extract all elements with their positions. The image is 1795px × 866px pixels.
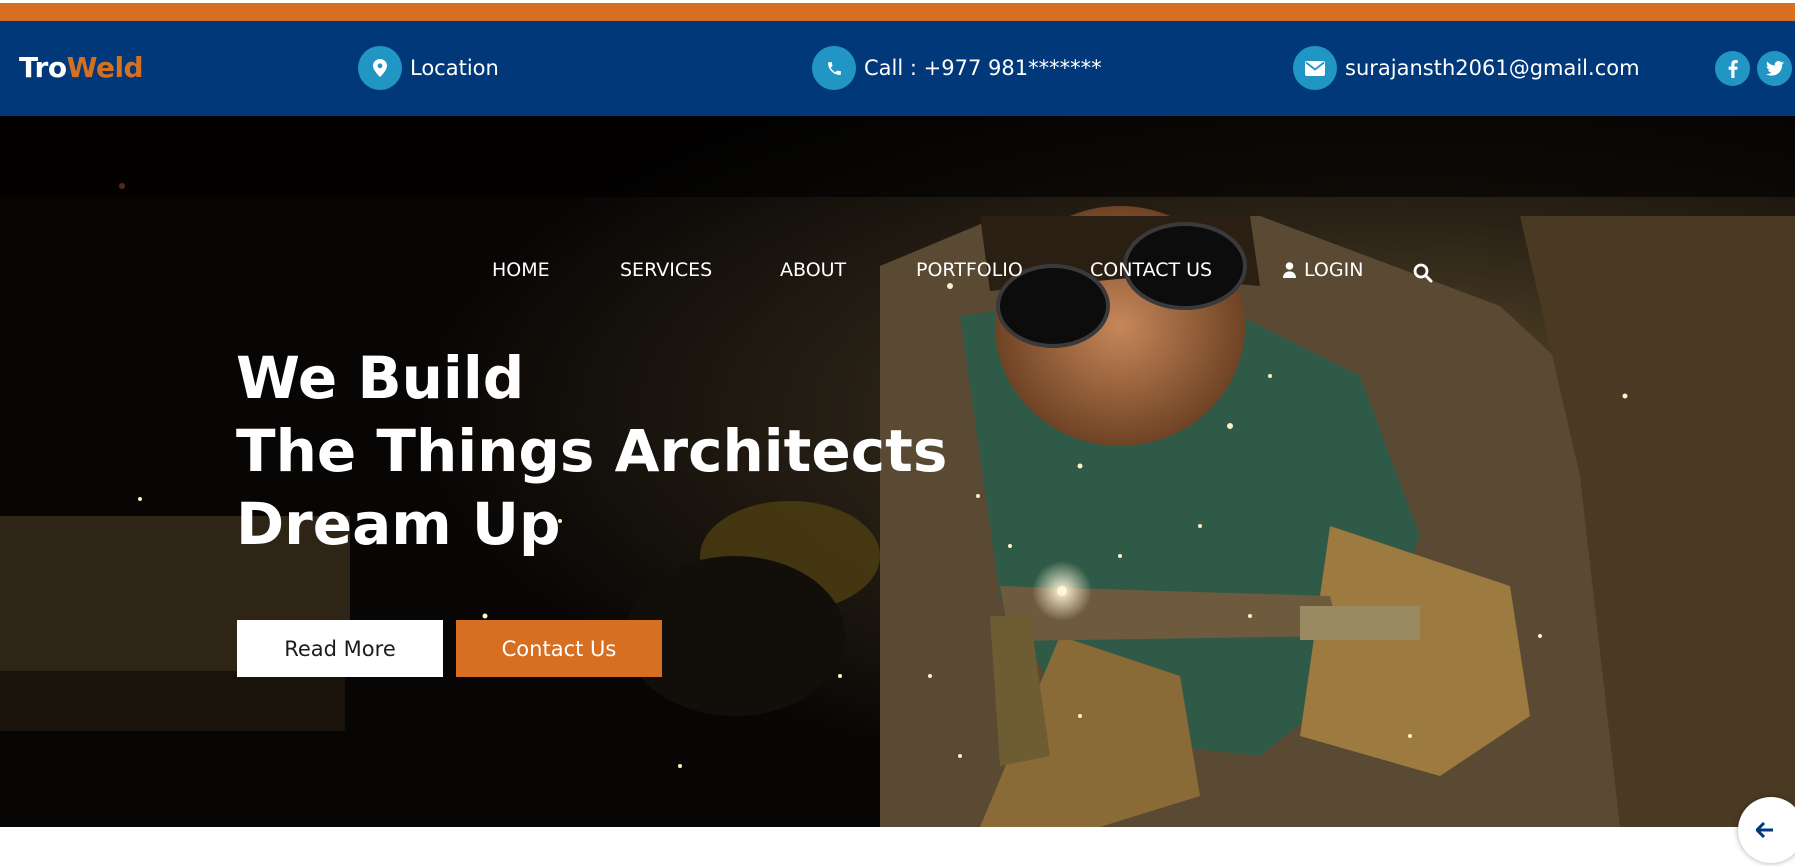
top-info-bar: TroWeld Location Call : +977 981******* … [0, 21, 1795, 116]
arrow-left-icon [1756, 822, 1774, 838]
nav-services[interactable]: SERVICES [620, 259, 712, 281]
facebook-icon[interactable] [1715, 51, 1750, 86]
nav-contact-us[interactable]: CONTACT US [1090, 259, 1212, 281]
main-navigation: HOME SERVICES ABOUT PORTFOLIO CONTACT US… [0, 116, 1795, 283]
nav-login[interactable]: LOGIN [1283, 259, 1363, 281]
contact-us-button[interactable]: Contact Us [456, 620, 662, 677]
user-icon [1283, 262, 1296, 278]
brand-logo[interactable]: TroWeld [19, 51, 144, 84]
phone-text: Call : +977 981******* [864, 56, 1102, 80]
twitter-icon[interactable] [1757, 51, 1792, 86]
phone-info[interactable]: Call : +977 981******* [812, 46, 1102, 90]
search-icon[interactable] [1413, 263, 1433, 283]
email-text: surajansth2061@gmail.com [1345, 56, 1640, 80]
brand-logo-part1: Tro [19, 51, 67, 84]
nav-home[interactable]: HOME [492, 259, 550, 281]
top-accent-stripe [0, 0, 1795, 21]
map-marker-icon [358, 46, 402, 90]
nav-about[interactable]: ABOUT [780, 259, 846, 281]
nav-login-label: LOGIN [1304, 259, 1364, 281]
back-button[interactable] [1738, 797, 1795, 863]
hero-headline: We Build The Things Architects Dream Up [236, 342, 947, 561]
hero-headline-line3: Dream Up [236, 490, 561, 558]
location-text: Location [410, 56, 499, 80]
brand-logo-part2: Weld [66, 51, 144, 84]
email-info[interactable]: surajansth2061@gmail.com [1293, 46, 1640, 90]
hero-headline-line1: We Build [236, 344, 525, 412]
phone-icon [812, 46, 856, 90]
page: TroWeld Location Call : +977 981******* … [0, 0, 1795, 866]
read-more-button[interactable]: Read More [237, 620, 443, 677]
nav-portfolio[interactable]: PORTFOLIO [916, 259, 1023, 281]
location-info[interactable]: Location [358, 46, 499, 90]
hero-headline-line2: The Things Architects [236, 417, 948, 485]
envelope-icon [1293, 46, 1337, 90]
